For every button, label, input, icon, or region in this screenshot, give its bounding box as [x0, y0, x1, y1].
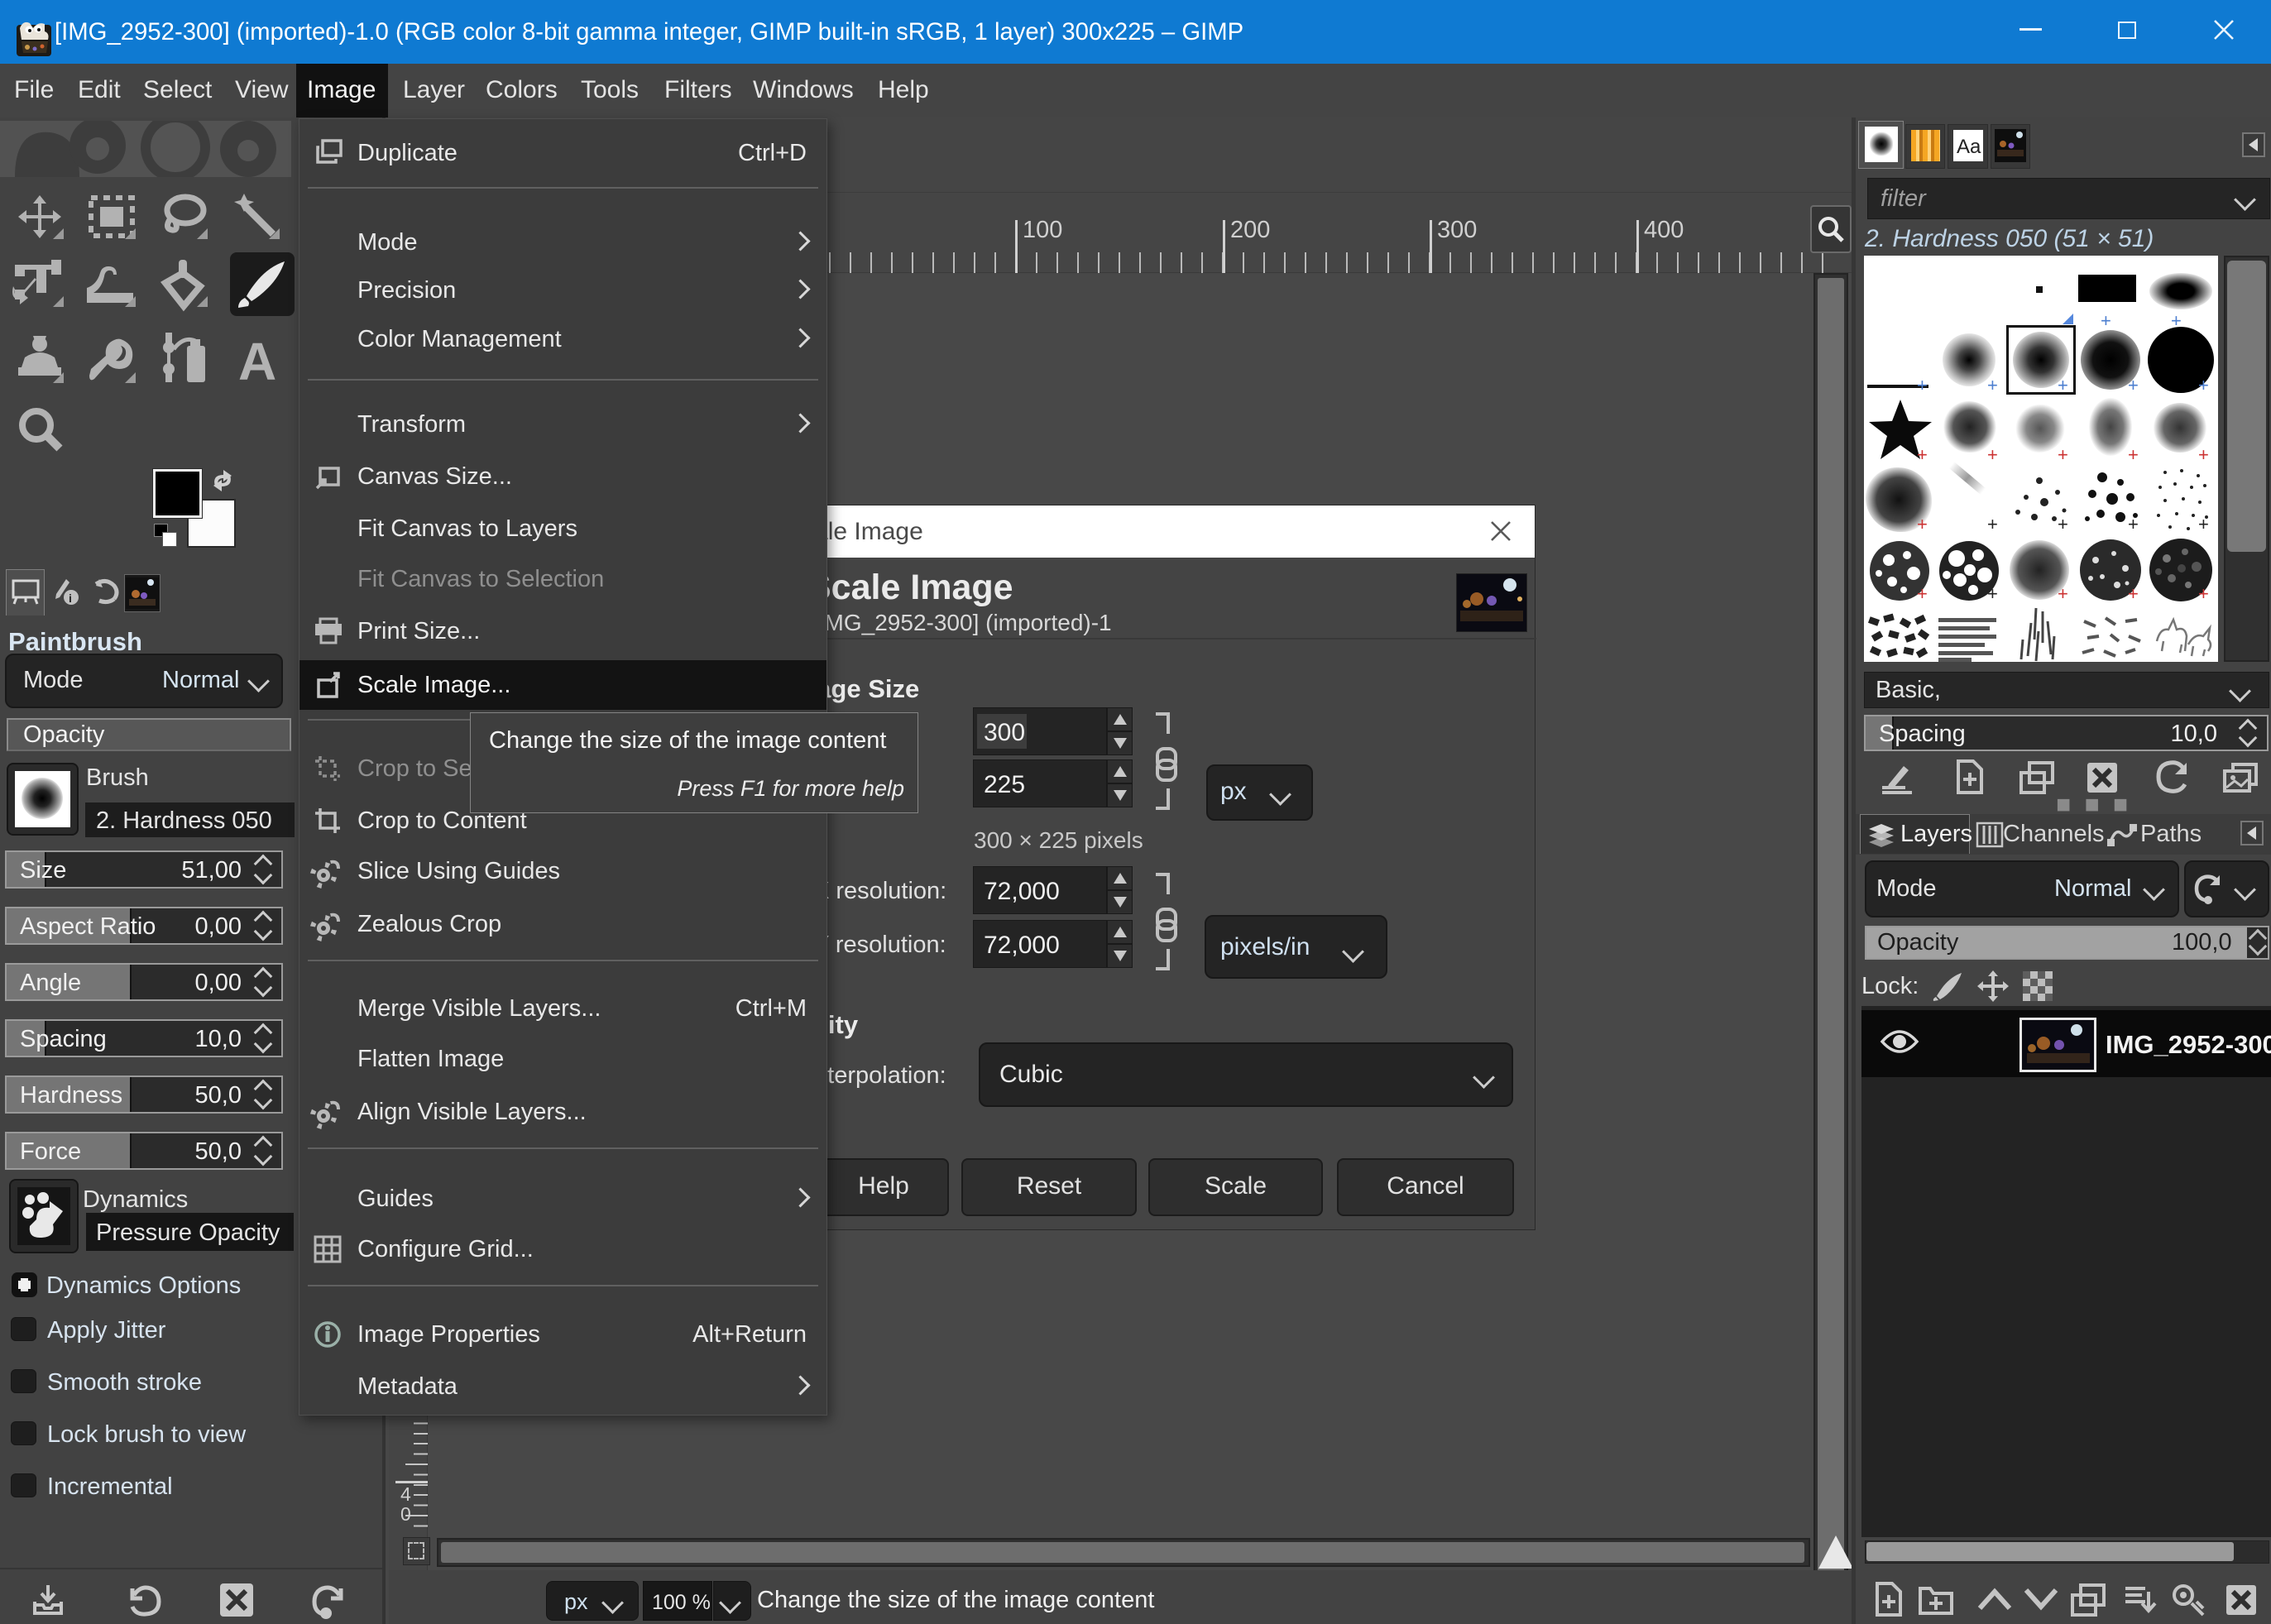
svg-text:i: i — [69, 592, 72, 605]
